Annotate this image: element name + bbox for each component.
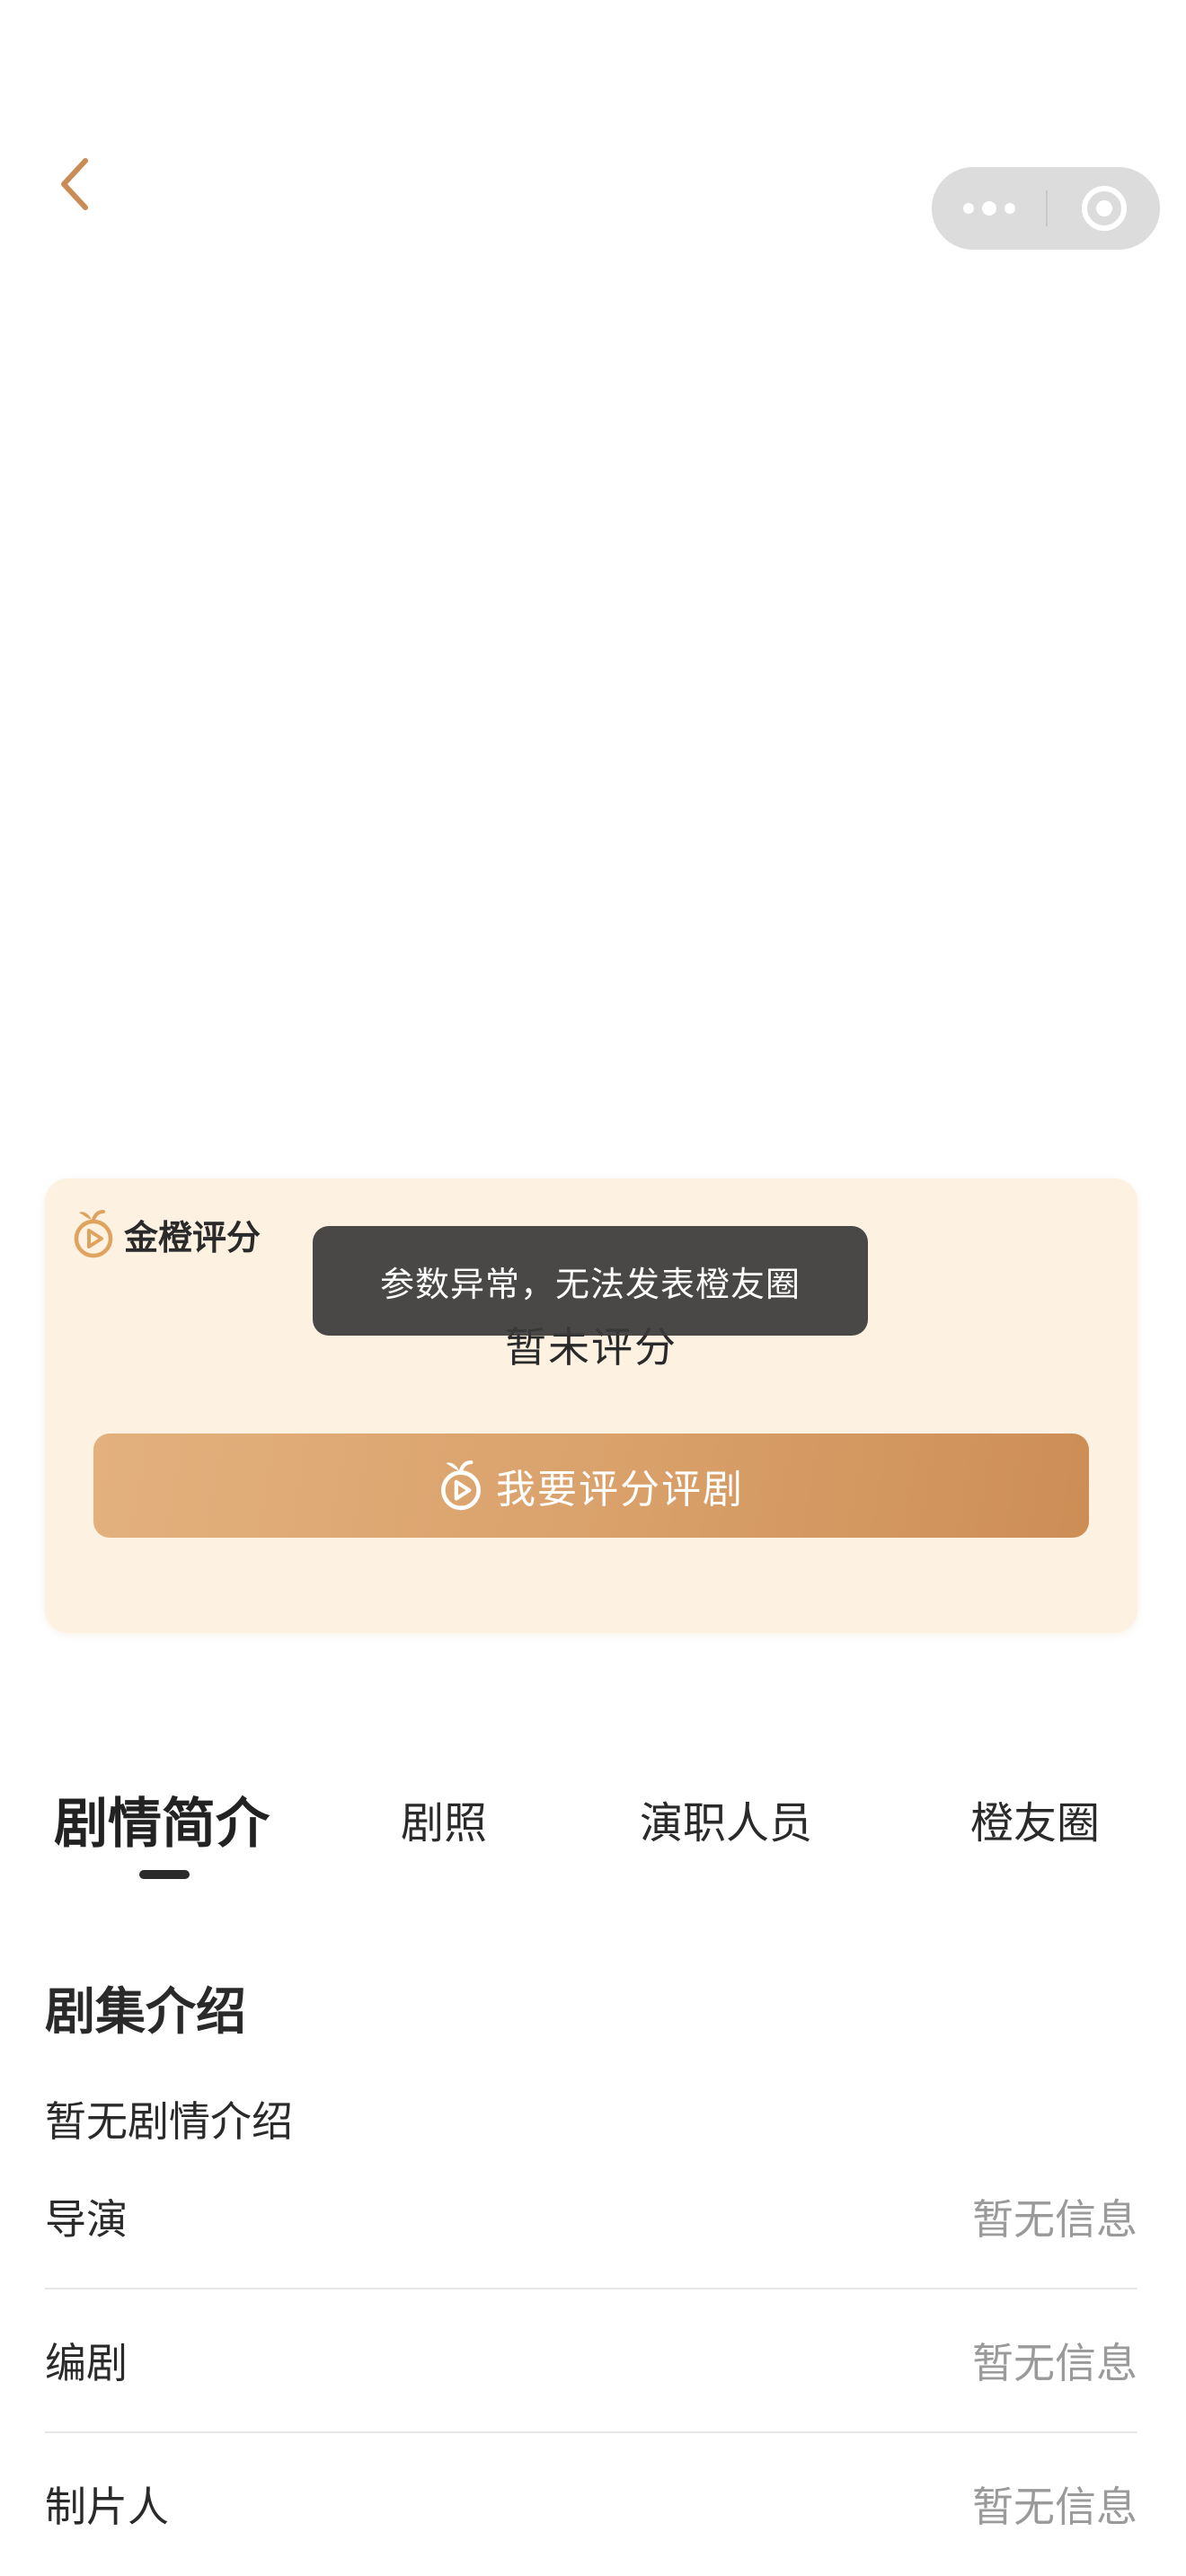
section-description: 暂无剧情介绍 [45,2097,293,2146]
info-row-director: 导演 暂无信息 [45,2146,1137,2289]
active-tab-indicator [139,1870,190,1879]
orange-play-icon [74,1210,113,1258]
info-row-screenwriter: 编剧 暂无信息 [45,2289,1137,2433]
error-toast: 参数异常，无法发表橙友圈 [313,1226,868,1336]
info-row-producer: 制片人 暂无信息 [45,2433,1137,2575]
tab-label: 剧情简介 [54,1792,270,1856]
orange-play-icon [440,1460,482,1511]
mini-program-capsule [932,167,1160,250]
info-value: 暂无信息 [972,2195,1137,2244]
target-circle-icon [1081,186,1127,231]
info-value: 暂无信息 [972,2483,1137,2531]
tab-fan-circle[interactable]: 橙友圈 [970,1769,1100,1868]
info-label: 导演 [45,2195,128,2244]
rating-brand: 金橙评分 [72,1209,261,1259]
info-label: 制片人 [45,2483,169,2531]
back-button[interactable] [43,144,106,225]
rating-brand-name: 金橙评分 [124,1217,261,1257]
capsule-more-button[interactable] [932,167,1046,250]
rate-review-button[interactable]: 我要评分评剧 [93,1434,1089,1538]
info-label: 编剧 [45,2339,128,2387]
tab-label: 演职人员 [640,1798,813,1848]
capsule-close-button[interactable] [1048,167,1160,250]
more-dots-icon [962,201,1015,216]
section-title: 剧集介绍 [45,1983,246,2042]
tab-label: 橙友圈 [970,1798,1101,1848]
rate-review-button-label: 我要评分评剧 [496,1467,744,1513]
tab-synopsis[interactable]: 剧情简介 [54,1769,270,1868]
info-value: 暂无信息 [972,2339,1137,2387]
tab-cast-crew[interactable]: 演职人员 [640,1769,812,1868]
detail-tabs: 剧情简介 剧照 演职人员 橙友圈 [0,1769,1186,1895]
toast-message: 参数异常，无法发表橙友圈 [379,1264,801,1304]
tab-stills[interactable]: 剧照 [401,1769,487,1868]
chevron-left-icon [61,158,88,210]
tab-label: 剧照 [401,1798,488,1848]
